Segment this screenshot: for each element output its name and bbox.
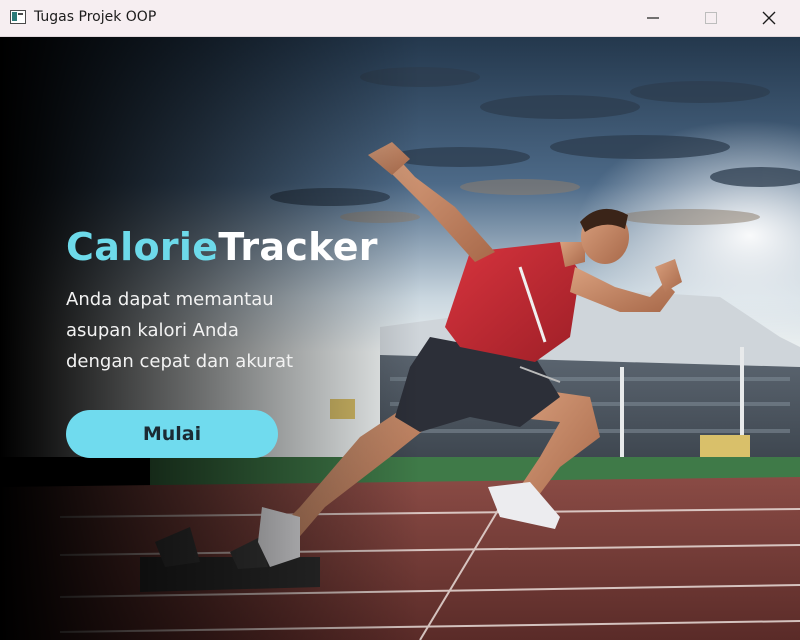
start-button[interactable]: Mulai (66, 410, 278, 458)
app-icon (10, 10, 26, 24)
maximize-button[interactable] (688, 0, 734, 36)
close-button[interactable] (746, 0, 792, 36)
close-icon (762, 11, 776, 25)
tagline-line: dengan cepat dan akurat (66, 351, 294, 372)
app-brand-title: CalorieTracker (66, 225, 378, 269)
tagline-line: Anda dapat memantau (66, 289, 274, 310)
tagline-line: asupan kalori Anda (66, 320, 239, 341)
minimize-icon (647, 17, 659, 19)
brand-calorie: Calorie (66, 225, 219, 269)
maximize-icon (705, 12, 717, 24)
tagline: Anda dapat memantau asupan kalori Anda d… (66, 284, 326, 377)
minimize-button[interactable] (630, 0, 676, 36)
hero-background-image: CalorieTracker Anda dapat memantau asupa… (0, 37, 800, 640)
brand-tracker: Tracker (218, 225, 378, 269)
title-bar[interactable]: Tugas Projek OOP (0, 0, 800, 37)
app-window: Tugas Projek OOP CalorieTracker Anda dap… (0, 0, 800, 640)
window-title: Tugas Projek OOP (34, 9, 157, 25)
